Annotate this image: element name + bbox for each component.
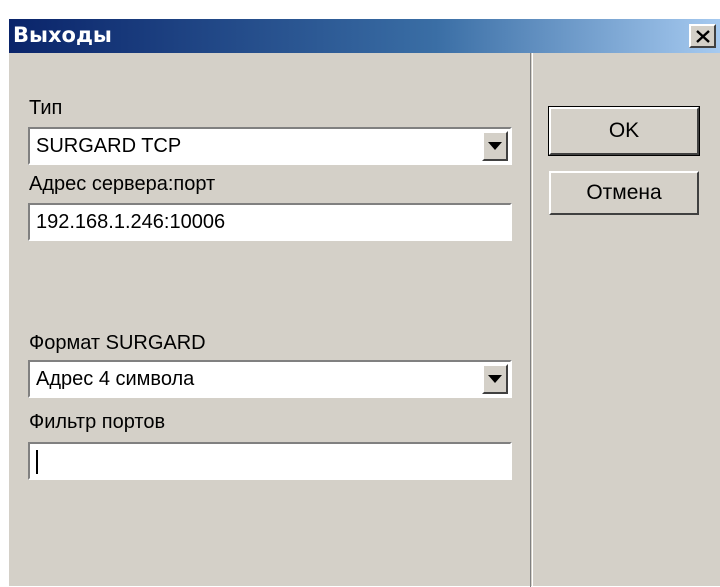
port-filter-input[interactable] [27, 441, 513, 481]
window-title: Выходы [13, 23, 112, 47]
format-label: Формат SURGARD [29, 332, 206, 354]
type-label: Тип [29, 97, 63, 119]
format-dropdown-button[interactable] [482, 364, 508, 394]
server-address-input[interactable]: 192.168.1.246:10006 [27, 202, 513, 242]
filter-label: Фильтр портов [29, 411, 166, 433]
chevron-down-icon [488, 142, 502, 150]
form-panel: Тип SURGARD TCP Адрес сервера:порт 192.1… [9, 53, 531, 587]
server-label: Адрес сервера:порт [29, 173, 216, 195]
format-combobox[interactable]: Адрес 4 символа [27, 359, 513, 399]
type-dropdown-button[interactable] [482, 131, 508, 161]
format-value: Адрес 4 символа [36, 368, 195, 390]
title-bar[interactable]: Выходы [9, 19, 720, 53]
close-icon [695, 29, 710, 43]
close-button[interactable] [689, 24, 716, 48]
chevron-down-icon [488, 375, 502, 383]
dialog-window: Выходы Тип SURGARD TCP Адрес сервера:пор… [8, 18, 720, 587]
server-value: 192.168.1.246:10006 [36, 211, 226, 233]
text-caret [36, 450, 38, 474]
button-panel: OK Отмена [532, 53, 720, 587]
ok-button[interactable]: OK [548, 106, 700, 156]
type-combobox[interactable]: SURGARD TCP [27, 126, 513, 166]
cancel-button[interactable]: Отмена [549, 171, 699, 215]
type-value: SURGARD TCP [36, 135, 182, 157]
